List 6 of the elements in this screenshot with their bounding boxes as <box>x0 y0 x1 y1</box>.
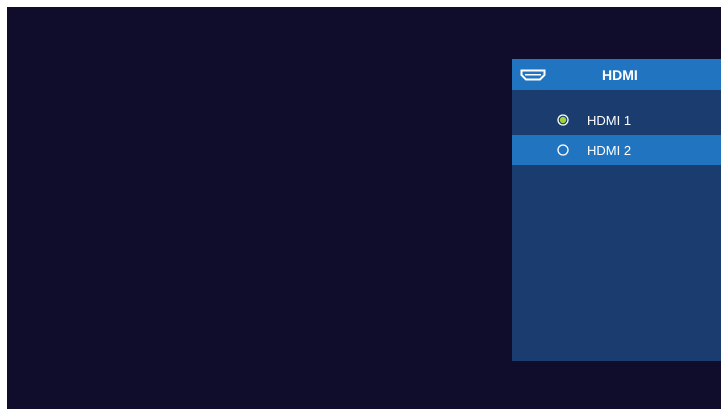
hdmi-port-icon <box>520 68 546 80</box>
input-option[interactable]: HDMI 1 <box>512 105 721 135</box>
radio-button[interactable] <box>557 114 569 126</box>
panel-title: HDMI <box>602 66 638 82</box>
radio-button[interactable] <box>557 144 569 156</box>
input-option[interactable]: HDMI 2 <box>512 135 721 165</box>
